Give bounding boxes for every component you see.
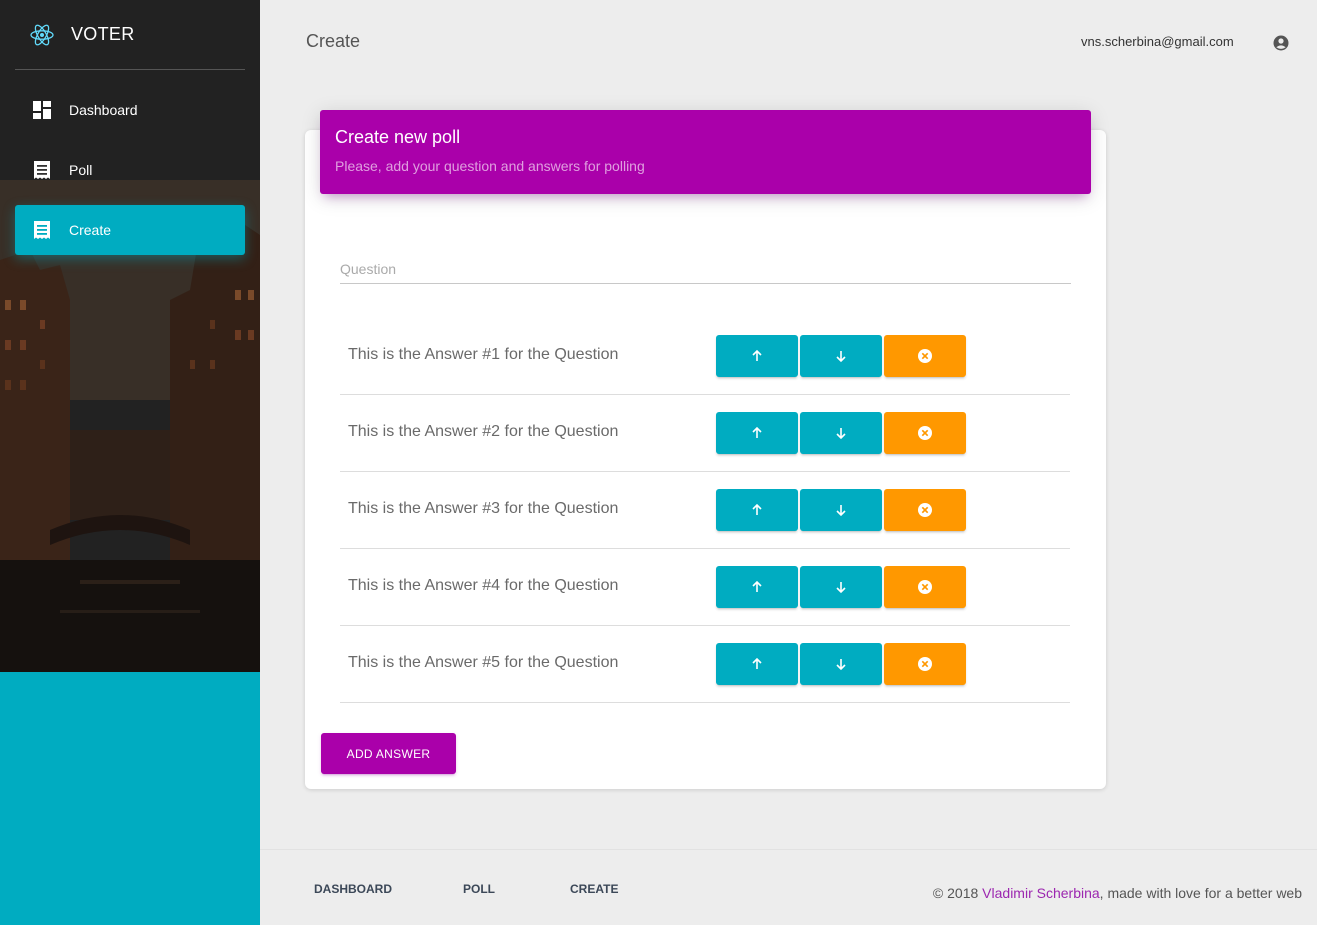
answer-row: This is the Answer #3 for the Question [340, 472, 1070, 549]
arrow-down-icon [836, 659, 846, 671]
remove-answer-button[interactable] [884, 335, 966, 377]
cancel-icon [918, 426, 932, 440]
move-up-button[interactable] [716, 643, 798, 685]
sidebar-item-label: Poll [69, 162, 93, 178]
arrow-down-icon [836, 351, 846, 363]
arrow-up-icon [752, 503, 762, 515]
card-header: Create new poll Please, add your questio… [320, 110, 1091, 194]
arrow-up-icon [752, 580, 762, 592]
sidebar-item-create[interactable]: Create [15, 205, 245, 255]
move-down-button[interactable] [800, 566, 882, 608]
footer: DASHBOARD POLL CREATE © 2018 Vladimir Sc… [260, 849, 1317, 925]
answer-row: This is the Answer #1 for the Question [340, 318, 1070, 395]
add-answer-button[interactable]: ADD ANSWER [321, 733, 456, 774]
move-down-button[interactable] [800, 643, 882, 685]
cancel-icon [918, 349, 932, 363]
dashboard-icon [32, 100, 52, 120]
move-up-button[interactable] [716, 412, 798, 454]
answer-row: This is the Answer #5 for the Question [340, 626, 1070, 703]
brand-name: VOTER [71, 24, 135, 44]
footer-link-poll[interactable]: POLL [463, 882, 495, 896]
arrow-up-icon [752, 426, 762, 438]
move-down-button[interactable] [800, 489, 882, 531]
question-input[interactable] [340, 255, 1071, 277]
page-title: Create [306, 31, 361, 51]
user-email: vns.scherbina@gmail.com [1081, 34, 1234, 49]
remove-answer-button[interactable] [884, 489, 966, 531]
arrow-up-icon [752, 349, 762, 361]
answer-text: This is the Answer #2 for the Question [348, 423, 619, 440]
receipt-icon [32, 220, 52, 240]
move-down-button[interactable] [800, 412, 882, 454]
sidebar-item-label: Create [69, 222, 112, 238]
account-circle-icon[interactable] [1272, 34, 1290, 52]
move-up-button[interactable] [716, 489, 798, 531]
card-title: Create new poll [335, 127, 461, 147]
remove-answer-button[interactable] [884, 566, 966, 608]
move-up-button[interactable] [716, 566, 798, 608]
answer-text: This is the Answer #4 for the Question [348, 577, 619, 594]
cancel-icon [918, 580, 932, 594]
sidebar-item-dashboard[interactable]: Dashboard [15, 85, 245, 135]
move-up-button[interactable] [716, 335, 798, 377]
sidebar-item-poll[interactable]: Poll [15, 145, 245, 195]
move-down-button[interactable] [800, 335, 882, 377]
arrow-down-icon [836, 582, 846, 594]
footer-link-dashboard[interactable]: DASHBOARD [314, 882, 392, 896]
question-field [340, 255, 1071, 284]
answer-text: This is the Answer #3 for the Question [348, 500, 619, 517]
card-subtitle: Please, add your question and answers fo… [335, 158, 645, 174]
footer-copyright: © 2018 Vladimir Scherbina, made with lov… [933, 885, 1302, 901]
remove-answer-button[interactable] [884, 643, 966, 685]
author-link[interactable]: Vladimir Scherbina [982, 885, 1100, 901]
sidebar-item-label: Dashboard [69, 102, 138, 118]
sidebar: VOTER Dashboard Poll Create [0, 0, 260, 925]
arrow-down-icon [836, 428, 846, 440]
brand[interactable]: VOTER [15, 0, 245, 70]
cancel-icon [918, 657, 932, 671]
answer-row: This is the Answer #2 for the Question [340, 395, 1070, 472]
receipt-icon [32, 160, 52, 180]
react-atom-icon [30, 24, 54, 45]
arrow-up-icon [752, 657, 762, 669]
answer-row: This is the Answer #4 for the Question [340, 549, 1070, 626]
arrow-down-icon [836, 505, 846, 517]
answers-list: This is the Answer #1 for the Question T… [340, 318, 1070, 703]
footer-link-create[interactable]: CREATE [570, 882, 618, 896]
sidebar-nav: Dashboard Poll Create [15, 85, 245, 265]
copyright-prefix: © 2018 [932, 885, 983, 901]
answer-text: This is the Answer #5 for the Question [348, 654, 619, 671]
copyright-suffix: , made with love for a better web [1099, 885, 1302, 901]
remove-answer-button[interactable] [884, 412, 966, 454]
answer-text: This is the Answer #1 for the Question [348, 346, 619, 363]
cancel-icon [918, 503, 932, 517]
